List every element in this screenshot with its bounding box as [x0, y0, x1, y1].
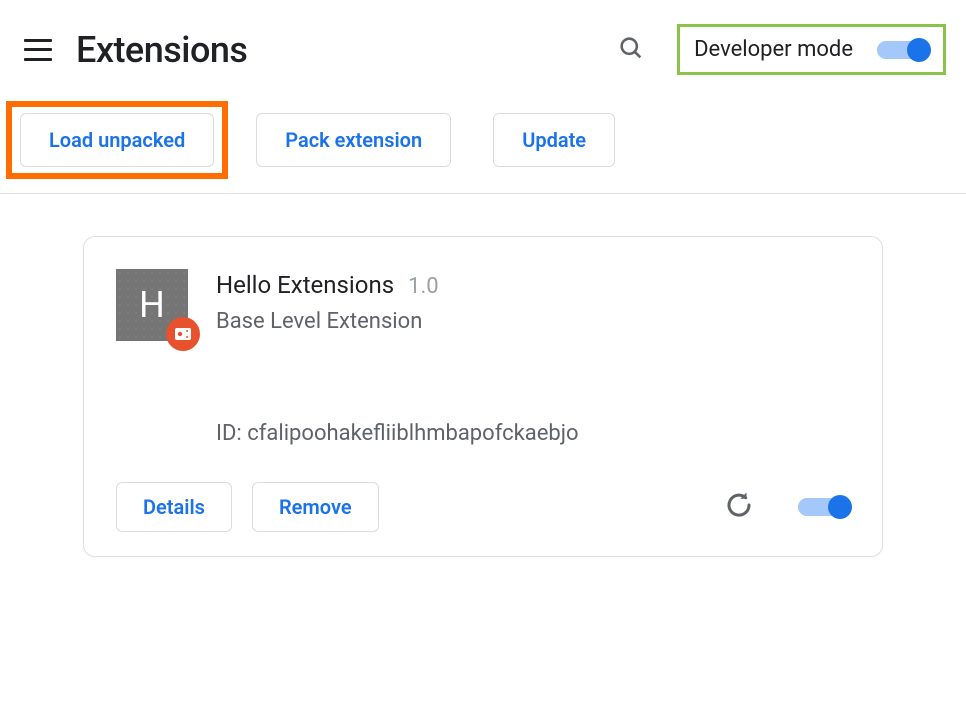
header: Extensions Developer mode: [0, 0, 966, 95]
menu-icon[interactable]: [24, 39, 52, 61]
action-row: Load unpacked Pack extension Update: [0, 95, 966, 194]
unpacked-badge-icon: [166, 317, 200, 351]
extension-id: cfalipoohakefliiblhmbapofckaebjo: [247, 421, 578, 446]
search-icon[interactable]: [617, 34, 645, 66]
remove-button[interactable]: Remove: [252, 482, 379, 532]
extension-enable-toggle[interactable]: [798, 496, 850, 518]
extension-id-label: ID:: [216, 421, 242, 446]
extension-id-row: ID: cfalipoohakefliiblhmbapofckaebjo: [116, 421, 850, 446]
extension-version: 1.0: [408, 274, 439, 299]
page-title: Extensions: [76, 29, 247, 71]
developer-mode-box: Developer mode: [677, 24, 946, 75]
extension-icon-wrap: H: [116, 269, 188, 341]
details-button[interactable]: Details: [116, 482, 232, 532]
extension-name: Hello Extensions: [216, 271, 394, 299]
highlight-load-unpacked: Load unpacked: [6, 101, 228, 179]
update-button[interactable]: Update: [493, 113, 615, 167]
developer-mode-label: Developer mode: [694, 37, 853, 62]
developer-mode-toggle[interactable]: [877, 39, 929, 61]
pack-extension-button[interactable]: Pack extension: [256, 113, 451, 167]
extension-icon-letter: H: [139, 284, 165, 326]
load-unpacked-button[interactable]: Load unpacked: [20, 113, 214, 167]
extension-description: Base Level Extension: [216, 309, 850, 334]
extension-card: H Hello Extensions 1.0 Base Level Extens…: [83, 236, 883, 557]
reload-icon[interactable]: [724, 490, 754, 524]
